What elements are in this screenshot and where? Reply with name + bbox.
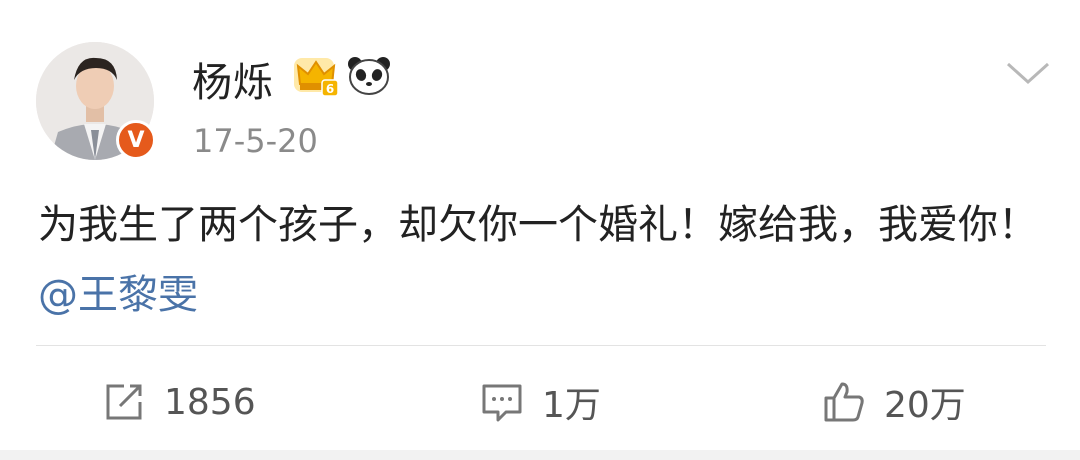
post-content: 为我生了两个孩子，却欠你一个婚礼！嫁给我，我爱你！ @王黎雯 [38, 190, 1048, 330]
username[interactable]: 杨烁 [192, 50, 274, 108]
post-text: 为我生了两个孩子，却欠你一个婚礼！嫁给我，我爱你！ [38, 202, 1038, 248]
like-button[interactable]: 20万 [822, 378, 966, 426]
repost-button[interactable]: 1856 [102, 378, 256, 426]
like-count: 20万 [884, 385, 966, 426]
vip-level-text: 6 [326, 82, 334, 96]
weibo-post: V 杨烁 6 17-5-20 为我生了两个孩子，却欠你一个婚礼！嫁给我，我爱你！… [0, 0, 1080, 460]
verified-badge: V [116, 120, 156, 160]
mention-link[interactable]: @王黎雯 [38, 272, 198, 318]
comment-count: 1万 [542, 385, 601, 426]
post-timestamp: 17-5-20 [193, 122, 318, 160]
comment-icon [482, 384, 522, 422]
like-icon [824, 382, 864, 422]
chevron-down-icon[interactable] [1004, 58, 1052, 88]
bottom-separator [0, 450, 1080, 460]
comment-button[interactable]: 1万 [480, 378, 601, 426]
repost-count: 1856 [164, 381, 256, 423]
panda-icon[interactable] [346, 54, 392, 96]
repost-icon [106, 384, 142, 420]
vip-crown-icon[interactable]: 6 [292, 52, 340, 98]
avatar[interactable]: V [36, 42, 156, 160]
divider [36, 345, 1046, 346]
